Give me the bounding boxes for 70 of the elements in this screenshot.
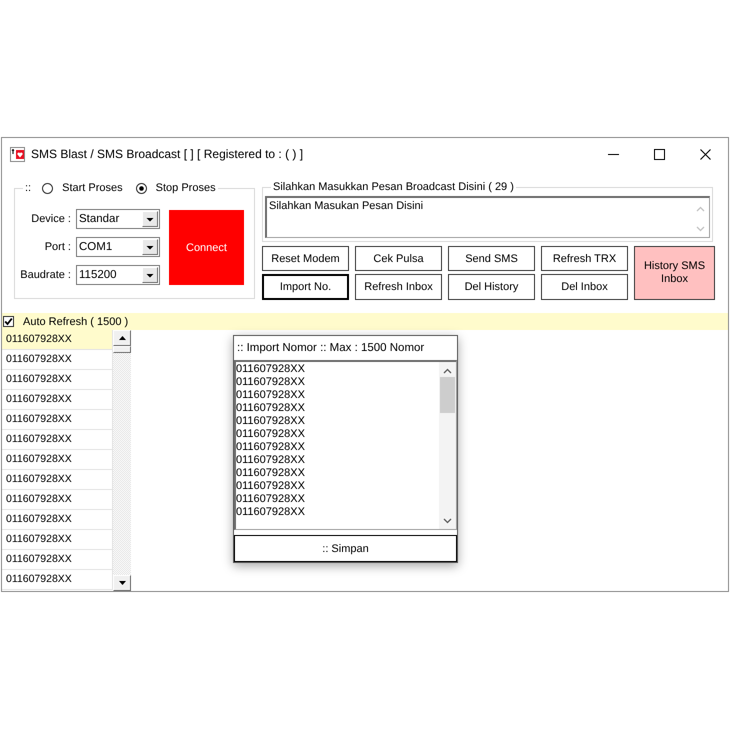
chevron-down-icon — [696, 226, 705, 232]
text-line: 011607928XX — [236, 454, 306, 467]
text-line: 011607928XX — [236, 363, 306, 376]
message-field[interactable]: Silahkan Masukan Pesan Disini — [265, 196, 710, 238]
list-item[interactable]: 011607928XX — [2, 470, 113, 490]
dropdown-arrow-icon — [142, 211, 158, 227]
list-item[interactable]: 011607928XX — [2, 330, 113, 350]
list-item[interactable]: 011607928XX — [2, 390, 113, 410]
action-button[interactable]: Del Inbox — [541, 274, 628, 300]
scrollbar[interactable] — [439, 362, 456, 529]
dropdown-field[interactable]: Standar — [76, 209, 160, 229]
radio-option[interactable]: Start Proses — [42, 182, 123, 194]
list-item[interactable]: 011607928XX — [2, 490, 113, 510]
chevron-up-icon — [696, 206, 705, 212]
dropdown-arrow-icon — [142, 239, 158, 255]
list-item[interactable]: 011607928XX — [2, 450, 113, 470]
text-line: 011607928XX — [236, 428, 306, 441]
message-text: Silahkan Masukan Pesan Disini — [268, 199, 424, 214]
dialog-title: :: Import Nomor :: Max : 1500 Nomor — [236, 341, 426, 356]
dropdown-field[interactable]: COM1 — [76, 237, 160, 257]
list-item[interactable]: 011607928XX — [2, 370, 113, 390]
scroll-down-button[interactable] — [113, 575, 131, 591]
numbers-input-field[interactable]: 011607928XX 011607928XX 011607928XX 011607928XX 011607928XX 011607928XX 011607928XX 011607928XX 011607928XX 011607928XX 011607928XX 011607928XX — [234, 360, 457, 530]
action-button[interactable]: Del History — [448, 274, 535, 300]
action-button[interactable]: Refresh TRX — [541, 246, 628, 271]
list-item[interactable]: 011607928XX — [2, 510, 113, 530]
text-line: 011607928XX — [236, 493, 306, 506]
action-button[interactable]: Reset Modem — [262, 246, 349, 271]
scrollbar[interactable] — [113, 330, 131, 591]
text-line: 011607928XX — [236, 389, 306, 402]
text-line: 011607928XX — [236, 441, 306, 454]
dropdown-field[interactable]: 115200 — [76, 265, 160, 285]
connect-button[interactable]: Connect — [169, 210, 244, 285]
auto-refresh-checkbox[interactable]: Auto Refresh ( 1500 ) — [3, 316, 128, 328]
text-line: 011607928XX — [236, 506, 306, 519]
scroll-thumb[interactable] — [440, 377, 455, 413]
save-button[interactable]: :: Simpan — [234, 535, 457, 562]
list-item[interactable]: 011607928XX — [2, 570, 113, 590]
setting-label: Device : — [31, 213, 71, 225]
list-item[interactable]: 011607928XX — [2, 350, 113, 370]
down-triangle-icon — [118, 581, 126, 585]
text-line: 011607928XX — [236, 376, 306, 389]
group-label: Silahkan Masukkan Pesan Broadcast Disini ( 29 ) — [272, 180, 515, 194]
scroll-up-button[interactable] — [113, 330, 131, 346]
text-line: 011607928XX — [236, 480, 306, 493]
list-item[interactable]: 011607928XX — [2, 430, 113, 450]
list-item[interactable]: 011607928XX — [2, 410, 113, 430]
setting-label: Port : — [44, 241, 71, 253]
action-button[interactable]: Send SMS — [448, 246, 535, 271]
up-triangle-icon — [118, 336, 126, 340]
card-icon — [10, 146, 25, 162]
radio-option[interactable]: Stop Proses — [136, 182, 216, 194]
text-line: 011607928XX — [236, 402, 306, 415]
close-icon — [700, 148, 710, 160]
window-title: SMS Blast / SMS Broadcast [ ] [ Registered to : ( ) ] — [31, 147, 304, 161]
list-item[interactable]: 011607928XX — [2, 530, 113, 550]
text-line: 011607928XX — [236, 415, 306, 428]
dropdown-arrow-icon — [142, 267, 158, 283]
chevron-up-icon — [443, 368, 452, 374]
maximize-icon — [654, 148, 664, 160]
scroll-thumb[interactable] — [113, 346, 131, 353]
action-button[interactable]: Refresh Inbox — [355, 274, 442, 300]
chevron-down-icon — [443, 518, 452, 524]
action-button[interactable]: Cek Pulsa — [355, 246, 442, 271]
history-button[interactable]: History SMS Inbox — [634, 246, 715, 300]
text-line: 011607928XX — [236, 467, 306, 480]
setting-label: Baudrate : — [20, 269, 71, 281]
group-label: :: — [25, 182, 32, 194]
list-item[interactable]: 011607928XX — [2, 550, 113, 570]
action-button[interactable]: Import No. — [262, 274, 349, 300]
